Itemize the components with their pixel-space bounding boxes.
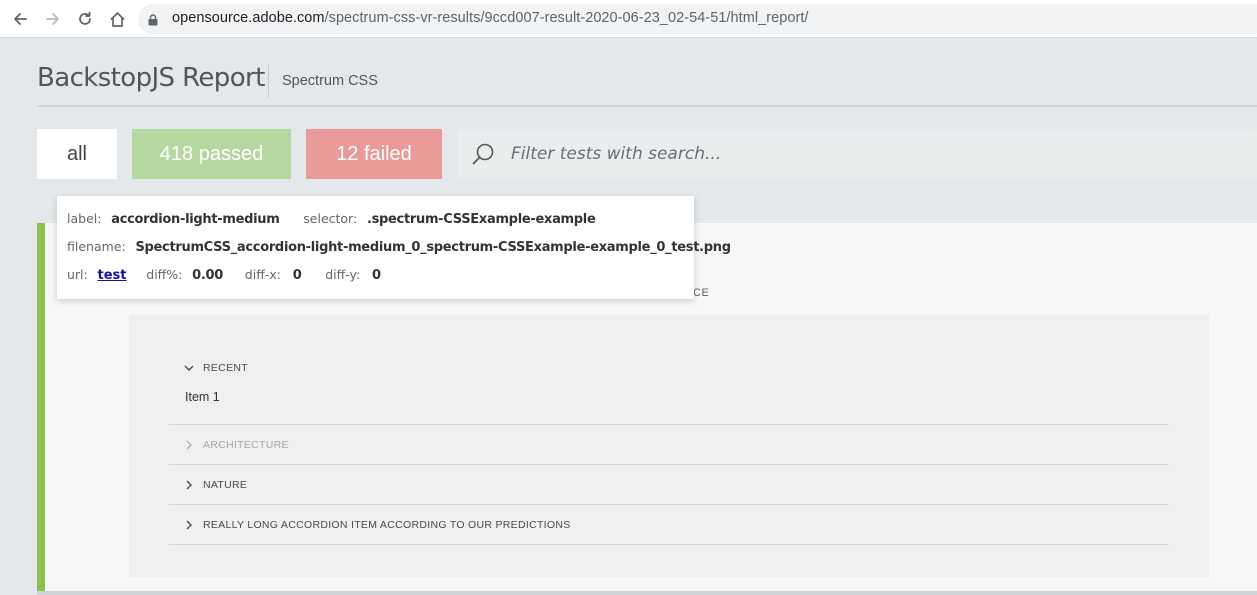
- accordion-header: ARCHITECTURE: [169, 425, 289, 465]
- accordion-header: REALLY LONG ACCORDION ITEM ACCORDING TO …: [169, 505, 571, 545]
- home-icon[interactable]: [105, 7, 129, 31]
- filename-key: filename:: [67, 239, 126, 254]
- lock-icon: [148, 13, 158, 31]
- label-value: accordion-light-medium: [111, 212, 280, 227]
- diff-percent-value: 0.00: [192, 268, 224, 283]
- diff-x-value: 0: [292, 268, 302, 283]
- search-icon: [471, 142, 495, 171]
- url-text: opensource.adobe.com/spectrum-css-vr-res…: [172, 10, 808, 26]
- title-divider: [268, 64, 269, 98]
- info-label-row: label: accordion-light-medium selector: …: [67, 211, 596, 227]
- accordion-divider: [169, 424, 1169, 425]
- card-bottom-edge: [37, 591, 1257, 595]
- chevron-right-icon: [183, 479, 195, 491]
- test-url-link[interactable]: test: [98, 268, 127, 283]
- filename-value: SpectrumCSS_accordion-light-medium_0_spe…: [135, 240, 731, 255]
- accordion-label: RECENT: [203, 362, 248, 374]
- selector-key: selector:: [303, 211, 358, 226]
- accordion-header: RECENT: [169, 348, 248, 388]
- url-domain: opensource.adobe.com: [172, 10, 325, 26]
- accordion-divider: [169, 464, 1169, 465]
- test-info-panel: label: accordion-light-medium selector: …: [57, 196, 731, 299]
- back-arrow-icon[interactable]: [8, 7, 32, 31]
- search-box: [457, 129, 1257, 179]
- filter-all-button[interactable]: all: [37, 129, 117, 179]
- accordion-label: NATURE: [203, 479, 248, 491]
- selector-value: .spectrum-CSSExample-example: [366, 212, 596, 227]
- filter-passed-button[interactable]: 418 passed: [132, 129, 291, 179]
- header-divider: [37, 105, 1257, 107]
- diff-y-key: diff-y:: [325, 267, 361, 282]
- accordion-label: REALLY LONG ACCORDION ITEM ACCORDING TO …: [203, 519, 571, 531]
- diff-x-key: diff-x:: [244, 267, 281, 282]
- diff-percent-key: diff%:: [146, 267, 183, 282]
- info-filename-row: filename: SpectrumCSS_accordion-light-me…: [67, 239, 731, 255]
- accordion-divider: [169, 544, 1169, 545]
- filter-failed-button[interactable]: 12 failed: [306, 129, 442, 179]
- report-subtitle: Spectrum CSS: [282, 73, 378, 89]
- obscured-label-fragment: CE: [693, 287, 710, 299]
- chevron-right-icon: [183, 519, 195, 531]
- url-key: url:: [67, 267, 88, 282]
- report-title: BackstopJS Report: [37, 63, 265, 93]
- test-screenshot[interactable]: RECENT Item 1 ARCHITECTURE NATURE REALLY: [129, 315, 1209, 577]
- reload-icon[interactable]: [73, 7, 97, 31]
- accordion-content: Item 1: [185, 390, 220, 404]
- url-path: /spectrum-css-vr-results/9ccd007-result-…: [324, 10, 809, 26]
- chevron-right-icon: [183, 439, 195, 451]
- browser-toolbar: opensource.adobe.com/spectrum-css-vr-res…: [0, 0, 1257, 38]
- label-key: label:: [67, 211, 102, 226]
- chevron-down-icon: [183, 362, 195, 374]
- search-input[interactable]: [511, 129, 1241, 179]
- diff-y-value: 0: [371, 268, 381, 283]
- accordion-header: NATURE: [169, 465, 247, 505]
- info-diff-row: url: test diff%: 0.00 diff-x: 0 diff-y: …: [67, 267, 381, 283]
- address-bar[interactable]: opensource.adobe.com/spectrum-css-vr-res…: [138, 4, 1257, 34]
- forward-arrow-icon[interactable]: [41, 7, 65, 31]
- pass-status-bar: [37, 223, 45, 591]
- accordion-label: ARCHITECTURE: [203, 439, 289, 451]
